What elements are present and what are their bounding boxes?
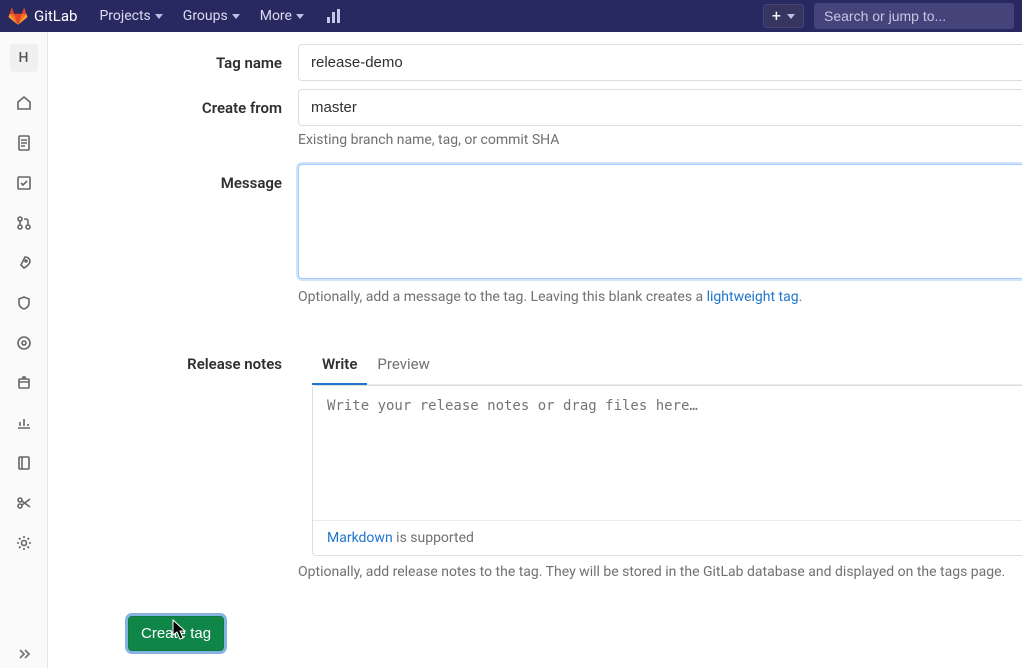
nav-more-label: More [260, 8, 292, 24]
chart-icon [326, 8, 342, 24]
sidebar-repository[interactable] [15, 134, 33, 152]
nav-projects-label: Projects [99, 8, 150, 24]
tag-name-input[interactable] [298, 44, 1022, 81]
shield-icon [16, 295, 32, 311]
project-avatar[interactable]: H [10, 44, 38, 72]
sidebar-ci-cd[interactable] [15, 254, 33, 272]
nav-groups[interactable]: Groups [173, 0, 250, 32]
gear-icon [16, 535, 32, 551]
release-notes-tabs: Write Preview [312, 345, 1022, 385]
nav-more[interactable]: More [250, 0, 314, 32]
project-avatar-letter: H [19, 50, 29, 66]
top-nav: GitLab Projects Groups More + [0, 0, 1022, 32]
sidebar-operations[interactable] [15, 334, 33, 352]
message-help-suffix: . [799, 289, 803, 305]
chevron-double-right-icon [16, 646, 32, 662]
operations-icon [16, 335, 32, 351]
message-help-text: Optionally, add a message to the tag. Le… [298, 289, 707, 305]
sidebar-snippets[interactable] [15, 494, 33, 512]
release-notes-textarea[interactable] [313, 386, 1022, 516]
search-box[interactable] [814, 3, 1014, 29]
chevron-down-icon [296, 14, 304, 19]
message-help: Optionally, add a message to the tag. Le… [298, 289, 1022, 305]
create-from-input[interactable] [298, 89, 1022, 126]
plus-icon: + [772, 8, 781, 24]
analytics-icon [16, 415, 32, 431]
search-input[interactable] [824, 8, 1004, 24]
create-from-label: Create from [48, 89, 298, 117]
merge-request-icon [16, 215, 32, 231]
release-notes-label: Release notes [48, 345, 298, 373]
create-tag-button[interactable]: Create tag [128, 616, 224, 651]
tag-name-label: Tag name [48, 44, 298, 72]
markdown-supported-text: is supported [393, 530, 474, 546]
lightweight-tag-link[interactable]: lightweight tag [707, 289, 799, 305]
chevron-down-icon [232, 14, 240, 19]
rocket-icon [16, 255, 32, 271]
sidebar-packages[interactable] [15, 374, 33, 392]
issues-icon [16, 175, 32, 191]
create-from-help: Existing branch name, tag, or commit SHA [298, 132, 1022, 148]
sidebar-home[interactable] [15, 94, 33, 112]
sidebar-security[interactable] [15, 294, 33, 312]
tab-write[interactable]: Write [312, 345, 367, 385]
sidebar-issues[interactable] [15, 174, 33, 192]
release-notes-help: Optionally, add release notes to the tag… [298, 564, 1022, 580]
release-notes-footer: Markdown is supported [313, 520, 1022, 555]
markdown-help-link[interactable]: Markdown [327, 530, 393, 546]
tab-preview[interactable]: Preview [367, 345, 439, 384]
left-sidebar: H [0, 32, 48, 668]
home-icon [16, 95, 32, 111]
gitlab-logo-icon [8, 6, 28, 26]
nav-projects[interactable]: Projects [89, 0, 172, 32]
book-icon [16, 455, 32, 471]
brand-text: GitLab [34, 7, 77, 25]
brand-link[interactable]: GitLab [8, 6, 77, 26]
package-icon [16, 375, 32, 391]
nav-activity[interactable] [314, 0, 354, 32]
new-menu-button[interactable]: + [763, 4, 804, 28]
main-content: Tag name Create from Existing branch nam… [48, 32, 1022, 668]
scissors-icon [16, 495, 32, 511]
file-icon [16, 135, 32, 151]
sidebar-collapse[interactable] [14, 644, 34, 664]
sidebar-merge-requests[interactable] [15, 214, 33, 232]
sidebar-analytics[interactable] [15, 414, 33, 432]
message-label: Message [48, 164, 298, 192]
nav-groups-label: Groups [183, 8, 228, 24]
chevron-down-icon [155, 14, 163, 19]
message-textarea[interactable] [298, 164, 1022, 279]
release-notes-wrap: Markdown is supported [312, 385, 1022, 556]
chevron-down-icon [787, 14, 795, 19]
sidebar-wiki[interactable] [15, 454, 33, 472]
sidebar-settings[interactable] [15, 534, 33, 552]
